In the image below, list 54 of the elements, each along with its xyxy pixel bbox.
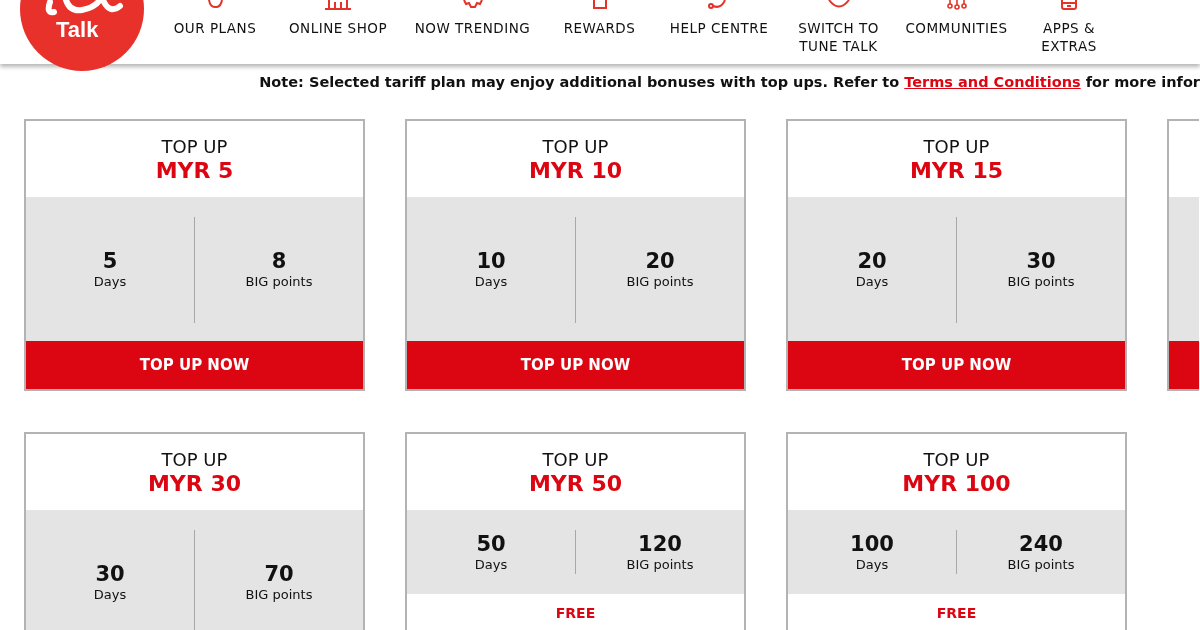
points-value: 20: [645, 249, 675, 273]
points-value: 8: [271, 249, 287, 273]
bonus-label: FREE: [936, 604, 977, 622]
top-up-label: TOP UP: [161, 136, 228, 158]
days-label: Days: [855, 273, 889, 291]
top-up-label: TOP UP: [542, 136, 609, 158]
points-value: 30: [1026, 249, 1056, 273]
points-value: 70: [264, 562, 294, 586]
top-up-label: TOP UP: [542, 449, 609, 471]
fence-icon: [323, 0, 353, 10]
days-label: Days: [93, 586, 127, 604]
logo[interactable]: [20, 0, 144, 71]
days-label: Days: [474, 273, 508, 291]
nav-link[interactable]: REWARDS: [539, 0, 660, 55]
top-up-label: TOP UP: [923, 449, 990, 471]
nav-link[interactable]: NOW TRENDING: [406, 0, 539, 55]
nav-link[interactable]: SWITCH TO TUNE TALK: [778, 0, 899, 55]
price-label: MYR 10: [528, 158, 622, 184]
price-label: MYR 15: [909, 158, 1003, 184]
days-value: 100: [850, 532, 894, 556]
nav-link[interactable]: HELP CENTRE: [660, 0, 778, 55]
top-up-button[interactable]: TOP UP NOW: [26, 341, 363, 389]
top-up-label: TOP UP: [161, 449, 228, 471]
price-label: MYR 30: [147, 471, 241, 497]
points-label: BIG points: [1007, 273, 1075, 291]
points-label: BIG points: [245, 273, 313, 291]
points-label: BIG points: [245, 586, 313, 604]
points-value: 120: [638, 532, 682, 556]
top-up-button[interactable]: TOP UP NOW: [788, 341, 1125, 389]
price-label: MYR 5: [155, 158, 234, 184]
days-value: 10: [476, 249, 506, 273]
nav-link[interactable]: COMMUNITIES: [899, 0, 1014, 55]
nav-link[interactable]: APPS & EXTRAS: [1014, 0, 1124, 55]
top-up-button[interactable]: TOP UP NOW: [407, 341, 744, 389]
top-up-label: TOP UP: [923, 136, 990, 158]
days-label: Days: [855, 556, 889, 574]
price-label: MYR 100: [902, 471, 1011, 497]
days-value: 20: [857, 249, 887, 273]
note-text: Note: Selected tariff plan may enjoy additional bonuses with top ups. Refer to Terms and Conditions for more infor: [259, 73, 1200, 91]
points-label: BIG points: [1007, 556, 1075, 574]
bonus-label: FREE: [555, 604, 596, 622]
points-label: BIG points: [626, 273, 694, 291]
days-label: Days: [93, 273, 127, 291]
price-label: MYR 50: [528, 471, 622, 497]
logo-text: Talk: [56, 18, 99, 42]
days-label: Days: [474, 556, 508, 574]
days-value: 5: [102, 249, 118, 273]
nav-link[interactable]: OUR PLANS: [160, 0, 270, 55]
points-label: BIG points: [626, 556, 694, 574]
points-value: 240: [1019, 532, 1063, 556]
nav-link[interactable]: ONLINE SHOP: [270, 0, 406, 55]
days-value: 50: [476, 532, 506, 556]
days-value: 30: [95, 562, 125, 586]
terms-link[interactable]: Terms and Conditions: [904, 74, 1081, 90]
